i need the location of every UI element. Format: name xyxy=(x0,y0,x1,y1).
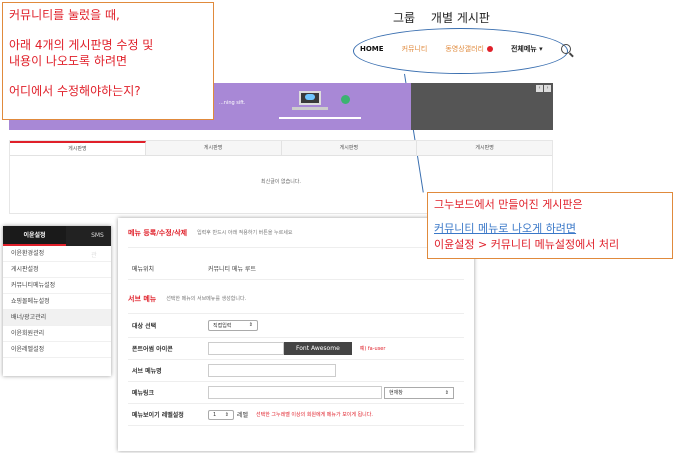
admin-sidebar: 이윤설정 SMS 관 이윤환경설정 게시판설정 커뮤니티메뉴설정 쇼핑몰메뉴설정… xyxy=(3,226,111,376)
annotation-question-box: 커뮤니티를 눌렀을 때, 아래 4개의 게시판명 수정 및 내용이 나오도록 하… xyxy=(2,2,214,120)
annotation-line: 커뮤니티 메뉴로 나오게 하려면 xyxy=(434,222,577,235)
sidebar-item[interactable]: 이윤환경설정 xyxy=(3,246,111,262)
font-icon-row: 폰트어썸 아이콘 Font Awesome 예) fa-user xyxy=(128,338,464,360)
section-title: 서브 메뉴 선택한 메뉴의 서브메뉴를 생성합니다. xyxy=(128,284,464,314)
field-label: 대상 선택 xyxy=(132,323,157,330)
sidebar-tab-sms[interactable]: SMS 관 xyxy=(66,226,111,259)
globe-icon xyxy=(341,95,350,104)
level-select[interactable]: 1 ⇕ xyxy=(208,409,234,420)
nav-all-menu[interactable]: 전체메뉴 ▾ xyxy=(511,44,543,54)
sub-menu-name-row: 서브 메뉴명 xyxy=(128,360,464,382)
board-tab[interactable]: 게시판명 xyxy=(417,141,552,155)
field-label: 메뉴위치 xyxy=(132,266,155,273)
field-label: 폰트어썸 아이콘 xyxy=(132,346,173,353)
annotation-line: 내용이 나오도록 하려면 xyxy=(9,54,128,68)
annotation-line: 어디에서 수정해야하는지? xyxy=(9,84,141,98)
board-tab[interactable]: 게시판명 xyxy=(145,141,282,155)
level-setting-row: 메뉴보이기 레벨설정 1 ⇕ 레벨 선택한 그누레벨 이상의 회원에게 메뉴가 … xyxy=(128,404,464,426)
font-icon-hint: 예) fa-user xyxy=(359,346,386,352)
banner-arrows: ‹ › xyxy=(536,85,551,92)
annotation-line: 커뮤니티를 눌렀을 때, xyxy=(9,8,120,22)
cloud-icon xyxy=(305,94,315,100)
board-tabs: 게시판명 게시판명 게시판명 게시판명 xyxy=(10,141,552,156)
annotation-line: 아래 4개의 게시판명 수정 및 xyxy=(9,38,154,52)
menu-edit-panel: 메뉴 등록/수정/삭제 입력후 반드시 아래 적용하기 버튼을 누르세요 메뉴위… xyxy=(118,218,474,451)
board-label: 개별 게시판 xyxy=(430,11,490,25)
empty-message: 최신글이 없습니다. xyxy=(261,179,301,185)
annotation-line: 그누보드에서 만들어진 게시판은 xyxy=(434,198,583,211)
font-awesome-button[interactable]: Font Awesome xyxy=(284,342,352,355)
field-label: 메뉴링크 xyxy=(132,390,155,397)
banner-next-button[interactable]: › xyxy=(544,85,551,92)
desk-line xyxy=(279,117,361,119)
sidebar-item[interactable]: 이윤회원관리 xyxy=(3,326,111,342)
section-heading: 메뉴 등록/수정/삭제 xyxy=(128,228,188,237)
level-unit: 레벨 xyxy=(237,412,249,419)
nav-all-menu-label: 전체메뉴 xyxy=(510,45,537,53)
nav-home-link[interactable]: HOME xyxy=(360,45,384,53)
font-icon-input[interactable] xyxy=(208,342,284,355)
section-description: 입력후 반드시 아래 적용하기 버튼을 누르세요 xyxy=(197,230,293,236)
field-label: 서브 메뉴명 xyxy=(132,368,162,375)
search-icon[interactable] xyxy=(560,44,571,54)
nav-gallery-label: 동영상갤러리 xyxy=(445,45,484,53)
level-hint: 선택한 그누레벨 이상의 회원에게 메뉴가 보이게 됩니다. xyxy=(256,412,373,418)
banner-dark-panel xyxy=(411,83,553,130)
new-badge-icon xyxy=(486,46,493,52)
menu-link-row: 메뉴링크 현재창 ⇕ xyxy=(128,382,464,404)
sidebar-tab-settings[interactable]: 이윤설정 xyxy=(3,226,67,246)
link-target-value: 현재창 xyxy=(389,390,403,396)
level-select-value: 1 xyxy=(213,411,217,418)
menu-link-input[interactable] xyxy=(208,386,382,399)
section-heading: 서브 메뉴 xyxy=(128,294,157,303)
annotation-answer-box: 그누보드에서 만들어진 게시판은 커뮤니티 메뉴로 나오게 하려면 이윤설정 >… xyxy=(427,192,673,259)
sidebar-item[interactable]: 이윤레벨설정 xyxy=(3,342,111,358)
site-nav: HOME 커뮤니티 동영상갤러리 전체메뉴 ▾ xyxy=(360,44,571,54)
target-select-row: 대상 선택 직접입력 ⇕ xyxy=(128,314,464,338)
updown-icon: ⇕ xyxy=(248,322,253,328)
section-description: 선택한 메뉴의 서브메뉴를 생성합니다. xyxy=(166,296,247,302)
nav-community-link[interactable]: 커뮤니티 xyxy=(402,44,428,54)
menu-position-row: 메뉴위치 커뮤니티 메뉴 루트 xyxy=(128,258,464,280)
updown-icon: ⇕ xyxy=(444,389,449,396)
sidebar-item-community-menu[interactable]: 커뮤니티메뉴설정 xyxy=(3,278,111,294)
target-select-value: 직접입력 xyxy=(213,323,232,329)
updown-icon: ⇕ xyxy=(224,411,229,418)
target-select[interactable]: 직접입력 ⇕ xyxy=(208,320,258,331)
field-label: 메뉴보이기 레벨설정 xyxy=(132,412,184,419)
laptop-base xyxy=(292,107,328,110)
board-tab[interactable]: 게시판명 xyxy=(10,141,146,155)
sidebar-header: 이윤설정 SMS 관 xyxy=(3,226,111,259)
banner-slogan: ...ning sift. xyxy=(219,100,246,106)
link-target-select[interactable]: 현재창 ⇕ xyxy=(384,386,454,399)
nav-gallery-link[interactable]: 동영상갤러리 xyxy=(445,44,493,54)
sub-menu-name-input[interactable] xyxy=(208,364,336,377)
section-title: 메뉴 등록/수정/삭제 입력후 반드시 아래 적용하기 버튼을 누르세요 xyxy=(128,218,464,248)
board-tab[interactable]: 게시판명 xyxy=(281,141,418,155)
group-label: 그룹 xyxy=(393,11,416,25)
chevron-down-icon: ▾ xyxy=(539,45,543,53)
sidebar-item[interactable]: 배너/광고관리 xyxy=(3,310,111,326)
menu-position-value: 커뮤니티 메뉴 루트 xyxy=(208,266,256,273)
top-labels: 그룹 개별 게시판 xyxy=(393,9,502,26)
sidebar-item[interactable]: 게시판설정 xyxy=(3,262,111,278)
annotation-line: 이윤설정 > 커뮤니티 메뉴설정에서 처리 xyxy=(434,238,620,251)
sidebar-item[interactable]: 쇼핑몰메뉴설정 xyxy=(3,294,111,310)
banner-prev-button[interactable]: ‹ xyxy=(536,85,543,92)
